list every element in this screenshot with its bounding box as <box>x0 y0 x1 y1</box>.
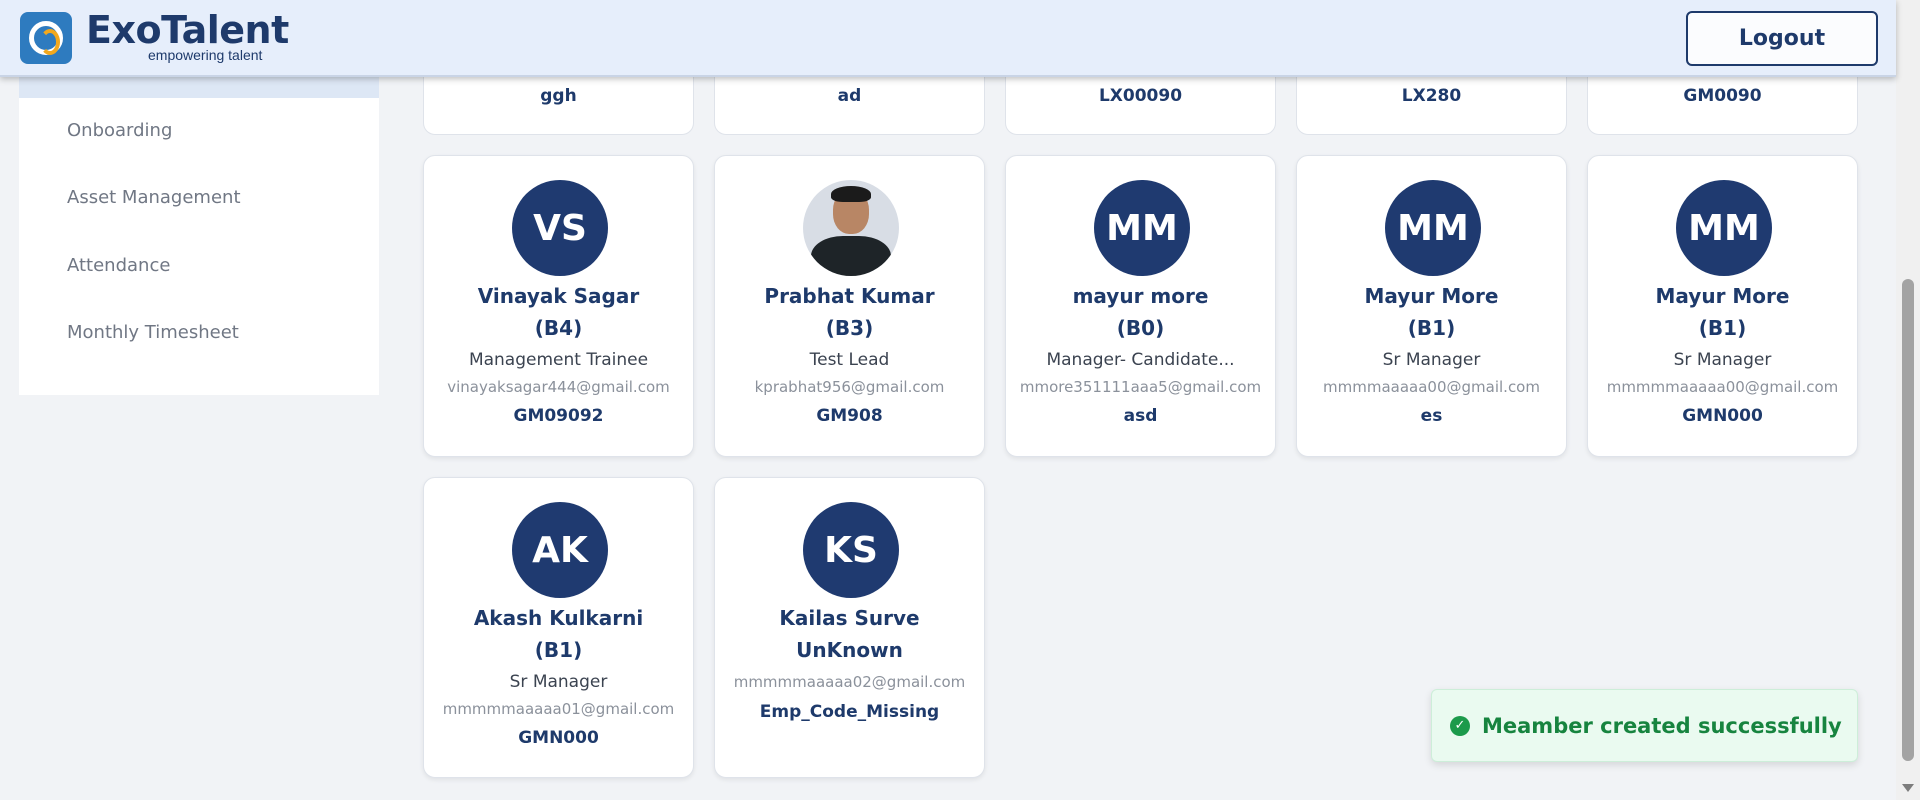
member-name: Mayur More <box>1364 284 1499 308</box>
avatar-photo <box>803 180 899 276</box>
member-role: Management Trainee <box>468 350 649 370</box>
member-role: Sr Manager <box>1382 350 1481 370</box>
member-role: Manager- Candidate... <box>1046 350 1235 370</box>
employee-code: es <box>1420 406 1443 426</box>
member-email: vinayaksagar444@gmail.com <box>447 378 670 396</box>
member-card[interactable]: VS Vinayak Sagar (B4) Management Trainee… <box>423 155 694 457</box>
member-band: (B1) <box>1407 316 1456 340</box>
member-name: Vinayak Sagar <box>477 284 640 308</box>
member-email: mmmmaaaaa00@gmail.com <box>1323 378 1540 396</box>
avatar: MM <box>1385 180 1481 276</box>
member-card[interactable]: MM Mayur More (B1) Sr Manager mmmmmaaaaa… <box>1587 155 1858 457</box>
sidebar-item-attendance[interactable]: Attendance <box>67 255 170 276</box>
member-card[interactable]: ggh <box>423 77 694 135</box>
member-email: mmmmmaaaaa01@gmail.com <box>442 700 675 718</box>
member-band: (B3) <box>825 316 874 340</box>
member-card[interactable]: LX280 <box>1296 77 1567 135</box>
success-toast[interactable]: ✓ Meamber created successfully <box>1431 689 1858 762</box>
avatar: AK <box>512 502 608 598</box>
avatar: VS <box>512 180 608 276</box>
avatar: MM <box>1094 180 1190 276</box>
member-card[interactable]: AK Akash Kulkarni (B1) Sr Manager mmmmma… <box>423 477 694 778</box>
member-card[interactable]: MM Mayur More (B1) Sr Manager mmmmaaaaa0… <box>1296 155 1567 457</box>
avatar: MM <box>1676 180 1772 276</box>
member-band: (B0) <box>1116 316 1165 340</box>
member-card[interactable]: ad <box>714 77 985 135</box>
member-card[interactable]: GM0090 <box>1587 77 1858 135</box>
sidebar-active-item[interactable] <box>19 77 379 98</box>
member-card[interactable]: Prabhat Kumar (B3) Test Lead kprabhat956… <box>714 155 985 457</box>
sidebar-item-asset-management[interactable]: Asset Management <box>67 187 241 208</box>
check-circle-icon: ✓ <box>1450 715 1470 736</box>
member-band: (B1) <box>534 638 583 662</box>
member-email: mmore351111aaa5@gmail.com <box>1019 378 1262 396</box>
member-role: Sr Manager <box>1673 350 1772 370</box>
employee-code: GM0090 <box>1683 86 1762 106</box>
member-band: UnKnown <box>796 638 903 662</box>
logout-button[interactable]: Logout <box>1686 11 1878 66</box>
member-band: (B1) <box>1698 316 1747 340</box>
top-header: ExoTalent empowering talent Logout <box>0 0 1896 77</box>
member-card[interactable]: KS Kailas Surve UnKnown mmmmmaaaaa02@gma… <box>714 477 985 778</box>
sidebar-item-onboarding[interactable]: Onboarding <box>67 120 172 141</box>
member-name: mayur more <box>1072 284 1209 308</box>
employee-code: asd <box>1123 406 1158 426</box>
employee-code: ad <box>837 86 862 106</box>
employee-code: LX00090 <box>1098 86 1183 106</box>
member-role: Sr Manager <box>509 672 608 692</box>
toast-message: Meamber created successfully <box>1482 713 1842 738</box>
exotalent-logo-icon[interactable] <box>20 12 72 64</box>
brand-name[interactable]: ExoTalent <box>86 8 289 52</box>
scrollbar-thumb[interactable] <box>1902 279 1914 761</box>
member-name: Kailas Surve <box>779 606 920 630</box>
employee-code: GMN000 <box>1682 406 1763 426</box>
employee-code: GM09092 <box>513 406 604 426</box>
employee-code: GMN000 <box>518 728 599 748</box>
member-band: (B4) <box>534 316 583 340</box>
brand-tagline: empowering talent <box>148 47 263 63</box>
sidebar-item-monthly-timesheet[interactable]: Monthly Timesheet <box>67 322 239 343</box>
sidebar: Onboarding Asset Management Attendance M… <box>19 77 379 395</box>
page-scrollbar[interactable] <box>1896 0 1920 800</box>
employee-code: ggh <box>540 86 577 106</box>
employee-code: GM908 <box>816 406 883 426</box>
member-name: Mayur More <box>1655 284 1790 308</box>
scroll-down-arrow-icon[interactable] <box>1902 784 1914 792</box>
employee-code: Emp_Code_Missing <box>759 702 940 722</box>
employee-code: LX280 <box>1401 86 1462 106</box>
member-email: mmmmmaaaaa02@gmail.com <box>733 673 966 691</box>
member-name: Akash Kulkarni <box>473 606 644 630</box>
member-name: Prabhat Kumar <box>764 284 935 308</box>
member-email: mmmmmaaaaa00@gmail.com <box>1606 378 1839 396</box>
member-card[interactable]: MM mayur more (B0) Manager- Candidate...… <box>1005 155 1276 457</box>
avatar: KS <box>803 502 899 598</box>
member-email: kprabhat956@gmail.com <box>754 378 945 396</box>
member-role: Test Lead <box>809 350 890 370</box>
member-card[interactable]: LX00090 <box>1005 77 1276 135</box>
